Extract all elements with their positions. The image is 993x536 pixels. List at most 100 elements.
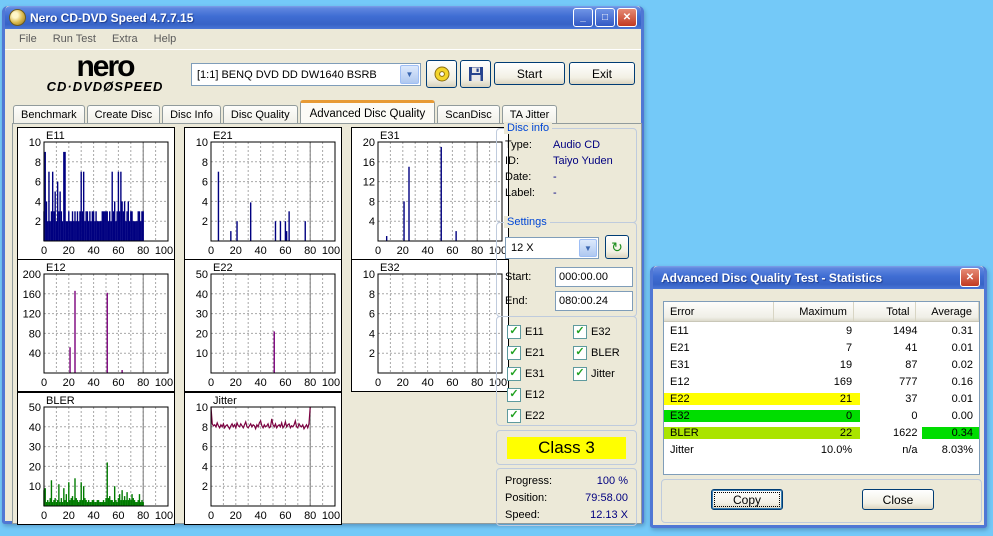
svg-text:6: 6 <box>202 177 208 189</box>
svg-text:8: 8 <box>35 157 41 169</box>
progress-row: Position:79:58.00 <box>497 489 636 506</box>
disc-info-row: Label:- <box>497 185 636 201</box>
checkbox-jitter[interactable]: ✓Jitter <box>573 367 615 381</box>
svg-text:100: 100 <box>322 377 340 389</box>
progress-value: 100 % <box>597 475 628 487</box>
svg-text:80: 80 <box>304 245 316 257</box>
cell-error: E22 <box>664 393 777 405</box>
svg-text:E21: E21 <box>213 130 233 142</box>
start-field-label: Start: <box>505 271 531 283</box>
table-row[interactable]: E217410.01 <box>664 339 979 356</box>
disc-info-label: Label: <box>505 187 553 199</box>
menu-run-test[interactable]: Run Test <box>45 31 104 47</box>
checkbox-label: E32 <box>591 326 611 338</box>
copy-button[interactable]: Copy <box>711 489 783 510</box>
chart-jitter: 246810020406080100Jitter <box>184 392 342 525</box>
column-header-total[interactable]: Total <box>854 302 917 321</box>
cell-average: 0.34 <box>922 427 979 439</box>
maximize-button[interactable]: □ <box>595 8 615 27</box>
svg-text:80: 80 <box>471 377 483 389</box>
close-button[interactable]: ✕ <box>617 8 637 27</box>
disc-info-label: Date: <box>505 171 553 183</box>
table-row[interactable]: BLER2216220.34 <box>664 424 979 441</box>
cell-total: 87 <box>860 359 921 371</box>
table-row[interactable]: Jitter10.0%n/a8.03% <box>664 441 979 458</box>
svg-text:50: 50 <box>29 402 41 414</box>
checkbox-e21[interactable]: ✓E21 <box>507 346 545 360</box>
cell-error: E32 <box>664 410 777 422</box>
exit-button[interactable]: Exit <box>569 62 635 85</box>
refresh-button[interactable]: ↻ <box>605 235 629 259</box>
svg-text:20: 20 <box>63 377 75 389</box>
table-row[interactable]: E32000.00 <box>664 407 979 424</box>
start-button[interactable]: Start <box>494 62 565 85</box>
minimize-button[interactable]: _ <box>573 8 593 27</box>
cell-average: 0.00 <box>922 410 979 422</box>
svg-text:120: 120 <box>23 309 41 321</box>
drive-selector-value: [1:1] BENQ DVD DD DW1640 BSRB <box>192 69 399 81</box>
checkmark-icon: ✓ <box>507 367 521 381</box>
drive-selector[interactable]: [1:1] BENQ DVD DD DW1640 BSRB ▼ <box>191 63 421 86</box>
svg-text:30: 30 <box>29 442 41 454</box>
svg-text:160: 160 <box>23 289 41 301</box>
disc-info-label: ID: <box>505 155 553 167</box>
dialog-close-icon-button[interactable]: ✕ <box>960 268 980 287</box>
refresh-icon: ↻ <box>611 239 623 256</box>
checkbox-e11[interactable]: ✓E11 <box>507 325 544 339</box>
tab-disc-info[interactable]: Disc Info <box>162 105 221 124</box>
dialog-titlebar[interactable]: Advanced Disc Quality Test - Statistics … <box>653 266 984 289</box>
column-header-average[interactable]: Average <box>916 302 979 321</box>
svg-text:60: 60 <box>112 377 124 389</box>
chevron-down-icon[interactable]: ▼ <box>579 239 597 257</box>
menu-file[interactable]: File <box>11 31 45 47</box>
cell-total: 1622 <box>860 427 921 439</box>
checkmark-icon: ✓ <box>507 325 521 339</box>
end-field[interactable] <box>555 291 633 311</box>
svg-text:20: 20 <box>63 245 75 257</box>
cell-average: 0.02 <box>922 359 979 371</box>
menu-help[interactable]: Help <box>146 31 185 47</box>
checkbox-bler[interactable]: ✓BLER <box>573 346 620 360</box>
svg-text:80: 80 <box>471 245 483 257</box>
table-row[interactable]: E3119870.02 <box>664 356 979 373</box>
speed-select[interactable]: 12 X ▼ <box>505 237 599 259</box>
chevron-down-icon[interactable]: ▼ <box>400 65 419 84</box>
start-field[interactable] <box>555 267 633 287</box>
table-row[interactable]: E121697770.16 <box>664 373 979 390</box>
svg-text:4: 4 <box>35 196 41 208</box>
checkbox-e22[interactable]: ✓E22 <box>507 409 545 423</box>
svg-text:E12: E12 <box>46 262 66 274</box>
checkbox-e31[interactable]: ✓E31 <box>507 367 545 381</box>
eject-icon <box>433 65 451 83</box>
checkbox-e12[interactable]: ✓E12 <box>507 388 545 402</box>
tab-disc-quality[interactable]: Disc Quality <box>223 105 298 124</box>
svg-text:200: 200 <box>23 269 41 281</box>
table-row[interactable]: E2221370.01 <box>664 390 979 407</box>
cell-total: 777 <box>860 376 921 388</box>
main-titlebar[interactable]: Nero CD-DVD Speed 4.7.7.15 _ □ ✕ <box>5 6 641 29</box>
cell-average: 0.16 <box>922 376 979 388</box>
cell-maximum: 21 <box>777 393 860 405</box>
eject-tray-button[interactable] <box>426 60 457 88</box>
chart-e11: 246810020406080100E11 <box>17 127 175 260</box>
svg-text:40: 40 <box>421 377 433 389</box>
menu-extra[interactable]: Extra <box>104 31 146 47</box>
svg-text:60: 60 <box>446 245 458 257</box>
table-header[interactable]: ErrorMaximumTotalAverage <box>664 302 979 322</box>
cell-error: E11 <box>664 325 777 337</box>
cell-total: 1494 <box>860 325 921 337</box>
table-row[interactable]: E11914940.31 <box>664 322 979 339</box>
dialog-close-button[interactable]: Close <box>862 489 934 510</box>
svg-text:6: 6 <box>202 442 208 454</box>
tab-scandisc[interactable]: ScanDisc <box>437 105 499 124</box>
checkbox-label: E12 <box>525 389 545 401</box>
svg-text:60: 60 <box>279 245 291 257</box>
svg-text:100: 100 <box>155 377 173 389</box>
tab-create-disc[interactable]: Create Disc <box>87 105 160 124</box>
tab-benchmark[interactable]: Benchmark <box>13 105 85 124</box>
tab-advanced-disc-quality[interactable]: Advanced Disc Quality <box>300 100 436 124</box>
checkbox-e32[interactable]: ✓E32 <box>573 325 611 339</box>
save-button[interactable] <box>460 60 491 88</box>
column-header-error[interactable]: Error <box>664 302 774 321</box>
column-header-maximum[interactable]: Maximum <box>774 302 854 321</box>
